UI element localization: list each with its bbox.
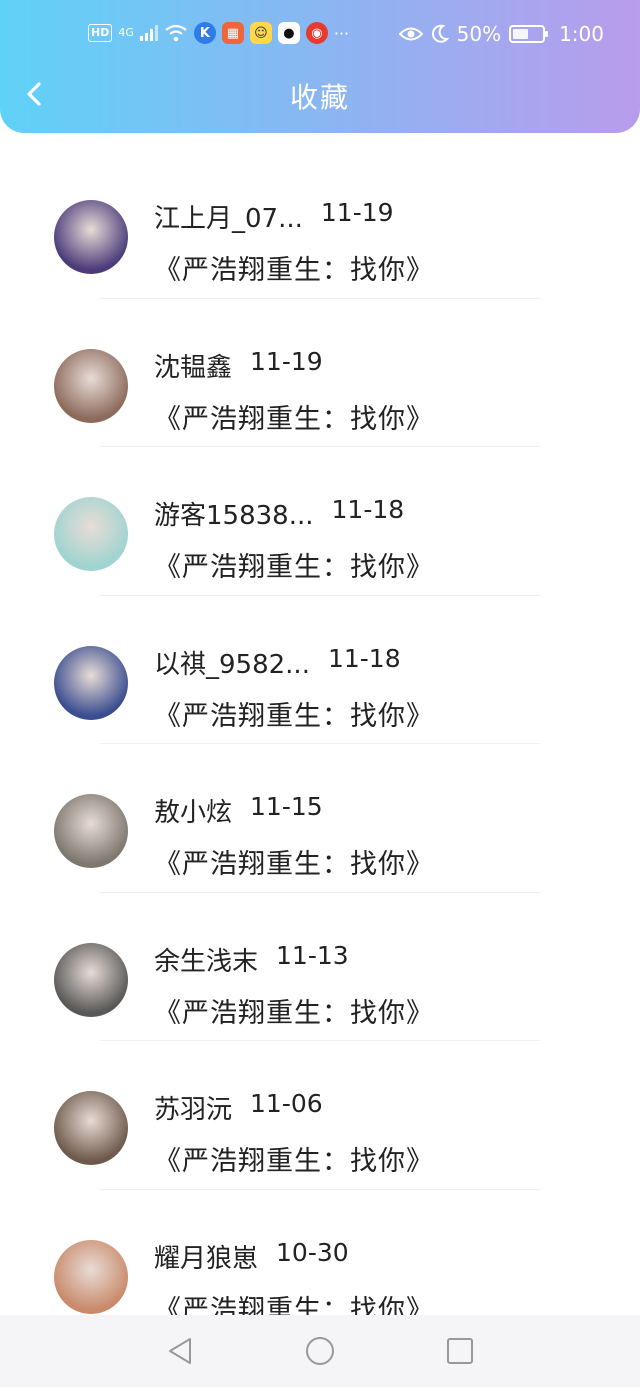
nav-home-button[interactable]	[300, 1331, 340, 1371]
name-line: 游客15838... 11-18	[154, 495, 404, 532]
name-line: 江上月_07... 11-19	[154, 198, 394, 235]
avatar[interactable]	[54, 645, 128, 720]
list-item[interactable]: 敖小炫 11-15 《严浩翔重生：找你》	[0, 744, 640, 893]
page-title: 收藏	[289, 81, 350, 114]
name-line: 余生浅末 11-13	[154, 941, 349, 978]
app-cartoon-icon: ☺	[249, 22, 272, 44]
battery-percent: 50%	[456, 22, 502, 46]
avatar[interactable]	[54, 1239, 128, 1314]
status-right: 50% 1:00	[398, 22, 604, 46]
book-title[interactable]: 《严浩翔重生：找你》	[154, 694, 434, 733]
book-title[interactable]: 《严浩翔重生：找你》	[154, 545, 434, 584]
avatar[interactable]	[54, 497, 128, 571]
list-item[interactable]: 余生浅末 11-13 《严浩翔重生：找你》	[0, 893, 640, 1041]
clock: 1:00	[559, 22, 604, 46]
avatar[interactable]	[54, 200, 128, 274]
list-item[interactable]: 苏羽沅 11-06 《严浩翔重生：找你》	[0, 1041, 640, 1190]
book-title[interactable]: 《严浩翔重生：找你》	[154, 1139, 434, 1178]
book-title[interactable]: 《严浩翔重生：找你》	[154, 248, 434, 287]
user-name[interactable]: 游客15838...	[154, 495, 314, 532]
favorite-date: 11-13	[276, 940, 349, 970]
user-name[interactable]: 苏羽沅	[154, 1089, 232, 1126]
name-line: 敖小炫 11-15	[154, 792, 323, 829]
app-k-icon: K	[193, 22, 216, 44]
qq-icon: ●	[277, 22, 300, 44]
book-title[interactable]: 《严浩翔重生：找你》	[154, 991, 434, 1030]
nav-recents-button[interactable]	[440, 1331, 480, 1371]
network-type-label: 4G	[118, 26, 134, 39]
avatar[interactable]	[54, 794, 128, 868]
weibo-icon: ◉	[305, 22, 328, 44]
favorites-list: 江上月_07... 11-19 《严浩翔重生：找你》 沈韫鑫 11-19 《严浩翔重生：找…	[0, 150, 640, 1338]
nav-back-button[interactable]	[160, 1331, 200, 1371]
header-bar: HD 4G K ▦ ☺ ● ◉ ··· 50% 1:00 收藏	[0, 0, 640, 133]
list-item[interactable]: 以祺_9582... 11-18 《严浩翔重生：找你》	[0, 596, 640, 744]
user-name[interactable]: 江上月_07...	[154, 198, 303, 235]
favorite-date: 11-19	[320, 198, 394, 227]
list-item[interactable]: 游客15838... 11-18 《严浩翔重生：找你》	[0, 447, 640, 596]
user-name[interactable]: 敖小炫	[154, 792, 232, 829]
favorite-date: 11-18	[327, 643, 401, 673]
favorite-date: 11-18	[331, 495, 405, 524]
system-nav-bar	[0, 1315, 640, 1387]
avatar[interactable]	[54, 1091, 128, 1165]
status-left: HD 4G K ▦ ☺ ● ◉ ···	[88, 22, 349, 44]
more-notifications-icon: ···	[333, 23, 350, 43]
name-line: 耀月狼崽 10-30	[154, 1238, 349, 1275]
list-item[interactable]: 江上月_07... 11-19 《严浩翔重生：找你》	[0, 150, 640, 299]
battery-icon	[509, 25, 549, 43]
favorite-date: 11-19	[250, 346, 323, 376]
signal-icon	[139, 25, 158, 41]
app-grid-icon: ▦	[221, 22, 244, 44]
list-item[interactable]: 沈韫鑫 11-19 《严浩翔重生：找你》	[0, 299, 640, 447]
user-name[interactable]: 沈韫鑫	[154, 347, 232, 384]
book-title[interactable]: 《严浩翔重生：找你》	[154, 842, 434, 881]
book-title[interactable]: 《严浩翔重生：找你》	[154, 397, 434, 436]
user-name[interactable]: 以祺_9582...	[154, 644, 310, 681]
name-line: 苏羽沅 11-06	[154, 1089, 323, 1126]
hd-icon: HD	[88, 24, 113, 42]
favorite-date: 11-06	[250, 1089, 323, 1118]
square-recents-icon	[447, 1338, 473, 1364]
wifi-icon	[165, 24, 187, 42]
name-line: 沈韫鑫 11-19	[154, 347, 323, 384]
status-bar: HD 4G K ▦ ☺ ● ◉ ··· 50% 1:00	[0, 18, 640, 58]
user-name[interactable]: 耀月狼崽	[154, 1238, 258, 1275]
favorite-date: 10-30	[276, 1237, 349, 1267]
avatar[interactable]	[54, 348, 128, 423]
user-name[interactable]: 余生浅末	[154, 941, 258, 978]
circle-home-icon	[306, 1337, 334, 1365]
name-line: 以祺_9582... 11-18	[154, 644, 401, 681]
eye-comfort-icon	[398, 27, 423, 41]
triangle-back-icon	[169, 1338, 191, 1364]
avatar[interactable]	[54, 942, 128, 1017]
moon-icon	[431, 24, 449, 43]
favorite-date: 11-15	[250, 792, 323, 821]
